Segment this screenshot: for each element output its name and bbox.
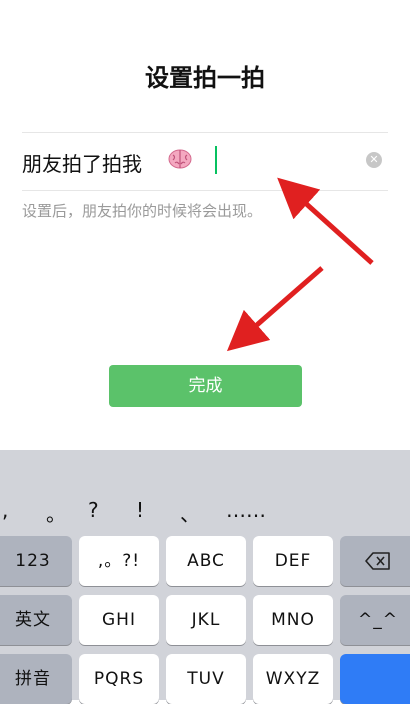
input-bottom-divider [22, 190, 388, 191]
key-english[interactable]: 英文 [0, 595, 72, 645]
candidate-dunhao[interactable]: 、 [180, 498, 200, 527]
candidate-ellipsis[interactable]: …… [226, 498, 266, 522]
key-confirm[interactable] [340, 654, 410, 704]
candidate-exclaim[interactable]: ! [136, 498, 144, 522]
clear-icon[interactable]: ✕ [366, 152, 382, 168]
key-punctuation[interactable]: ,。?! [79, 536, 159, 586]
arrow-to-input [277, 177, 374, 265]
text-caret [215, 146, 217, 174]
key-abc[interactable]: ABC [166, 536, 246, 586]
candidate-period[interactable]: 。 [46, 498, 66, 527]
candidate-question[interactable]: ? [88, 498, 99, 522]
key-tuv[interactable]: TUV [166, 654, 246, 704]
key-mno[interactable]: MNO [253, 595, 333, 645]
keyboard: , 。 ? ! 、 …… 123 ,。?! ABC DEF 英文 GHI JKL… [0, 450, 410, 704]
page-title: 设置拍一拍 [145, 64, 265, 92]
key-jkl[interactable]: JKL [166, 595, 246, 645]
key-numbers[interactable]: 123 [0, 536, 72, 586]
input-top-divider [22, 132, 388, 133]
key-pqrs[interactable]: PQRS [79, 654, 159, 704]
key-pinyin[interactable]: 拼音 [0, 654, 72, 704]
pat-text-input[interactable]: 朋友拍了拍我 ✕ [22, 142, 390, 182]
candidate-bar: , 。 ? ! 、 …… [0, 450, 410, 530]
backspace-key[interactable] [340, 536, 410, 586]
backspace-icon [365, 552, 390, 570]
key-emoticon[interactable]: ^_^ [340, 595, 410, 645]
key-def[interactable]: DEF [253, 536, 333, 586]
candidate-comma[interactable]: , [2, 498, 8, 522]
key-ghi[interactable]: GHI [79, 595, 159, 645]
brain-emoji-icon [168, 147, 192, 171]
done-button[interactable]: 完成 [109, 365, 302, 407]
hint-text: 设置后，朋友拍你的时候将会出现。 [22, 202, 263, 220]
input-value: 朋友拍了拍我 [22, 152, 142, 176]
key-wxyz[interactable]: WXYZ [253, 654, 333, 704]
arrow-to-done-button [226, 266, 324, 352]
